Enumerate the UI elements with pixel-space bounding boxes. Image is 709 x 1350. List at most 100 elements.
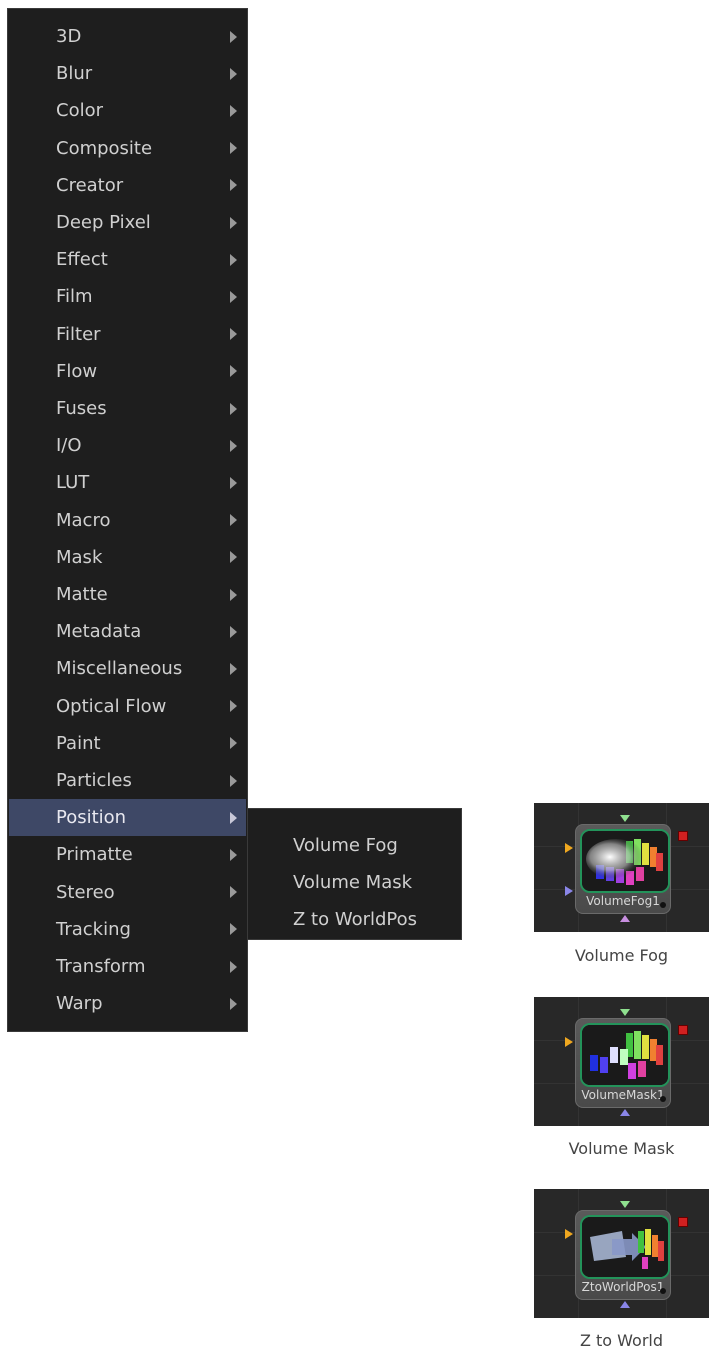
node-caption: Volume Fog xyxy=(574,946,669,965)
submenu-arrow-icon xyxy=(230,774,237,787)
menu-item-warp[interactable]: Warp xyxy=(9,985,246,1022)
menu-item-fuses[interactable]: Fuses xyxy=(9,390,246,427)
menu-item-label: Flow xyxy=(56,360,98,382)
image-input-icon[interactable] xyxy=(565,1037,573,1047)
submenu-item-label: Z to WorldPos xyxy=(293,909,418,930)
scene-input-icon[interactable] xyxy=(565,886,573,896)
volume-fog-node[interactable]: VolumeFog1 xyxy=(575,824,671,914)
submenu-arrow-icon xyxy=(230,402,237,415)
image-input-icon[interactable] xyxy=(565,1229,573,1239)
submenu-item-z-to-worldpos[interactable]: Z to WorldPos xyxy=(248,901,461,938)
menu-item-metadata[interactable]: Metadata xyxy=(9,613,246,650)
volume-mask-node[interactable]: VolumeMask1 xyxy=(575,1018,671,1108)
menu-item-blur[interactable]: Blur xyxy=(9,55,246,92)
menu-item-matte[interactable]: Matte xyxy=(9,576,246,613)
submenu-arrow-icon xyxy=(230,588,237,601)
menu-item-miscellaneous[interactable]: Miscellaneous xyxy=(9,650,246,687)
effect-mask-input-icon[interactable] xyxy=(620,1301,630,1308)
menu-item-flow[interactable]: Flow xyxy=(9,353,246,390)
menu-item-label: Optical Flow xyxy=(56,695,167,717)
node-status-dot xyxy=(660,902,666,908)
menu-item-label: LUT xyxy=(56,472,90,494)
submenu-arrow-icon xyxy=(230,923,237,936)
menu-item-transform[interactable]: Transform xyxy=(9,948,246,985)
menu-item-paint[interactable]: Paint xyxy=(9,725,246,762)
menu-item-label: Effect xyxy=(56,249,108,271)
submenu-arrow-icon xyxy=(230,104,237,117)
output-icon[interactable] xyxy=(678,831,688,841)
menu-item-composite[interactable]: Composite xyxy=(9,130,246,167)
menu-item-film[interactable]: Film xyxy=(9,278,246,315)
menu-item-deep-pixel[interactable]: Deep Pixel xyxy=(9,204,246,241)
menu-item-creator[interactable]: Creator xyxy=(9,167,246,204)
menu-item-label: Position xyxy=(56,807,127,829)
menu-item-macro[interactable]: Macro xyxy=(9,502,246,539)
mask-input-icon[interactable] xyxy=(620,815,630,822)
menu-item-label: Metadata xyxy=(56,621,142,643)
z-to-worldpos-node-preview: ZtoWorldPos1 xyxy=(534,1189,709,1318)
tool-category-menu: 3D Blur Color Composite Creator Deep Pixel Eff… xyxy=(7,8,248,1032)
submenu-item-volume-fog[interactable]: Volume Fog xyxy=(248,827,461,864)
submenu-arrow-icon xyxy=(230,811,237,824)
menu-item-label: Primatte xyxy=(56,844,133,866)
menu-item-label: Composite xyxy=(56,137,153,159)
effect-mask-input-icon[interactable] xyxy=(620,1109,630,1116)
menu-item-filter[interactable]: Filter xyxy=(9,316,246,353)
menu-item-label: Blur xyxy=(56,63,93,85)
menu-item-label: Matte xyxy=(56,584,108,605)
menu-item-label: Filter xyxy=(56,323,101,345)
submenu-arrow-icon xyxy=(230,328,237,341)
output-icon[interactable] xyxy=(678,1025,688,1035)
submenu-arrow-icon xyxy=(230,514,237,527)
menu-item-position[interactable]: Position xyxy=(9,799,246,837)
submenu-arrow-icon xyxy=(230,997,237,1010)
menu-item-i-o[interactable]: I/O xyxy=(9,427,246,464)
menu-item-label: Transform xyxy=(56,956,146,977)
submenu-arrow-icon xyxy=(230,700,237,713)
volume-fog-node-preview: VolumeFog1 xyxy=(534,803,709,932)
menu-item-color[interactable]: Color xyxy=(9,92,246,129)
background-input-icon[interactable] xyxy=(565,843,573,853)
z-to-worldpos-node[interactable]: ZtoWorldPos1 xyxy=(575,1210,671,1300)
menu-item-label: Deep Pixel xyxy=(56,212,151,233)
output-icon[interactable] xyxy=(678,1217,688,1227)
mask-input-icon[interactable] xyxy=(620,1201,630,1208)
menu-item-label: Mask xyxy=(56,546,103,568)
node-name: VolumeMask1 xyxy=(581,1088,665,1102)
menu-item-particles[interactable]: Particles xyxy=(9,762,246,799)
submenu-arrow-icon xyxy=(230,960,237,973)
menu-item-label: I/O xyxy=(56,435,82,457)
menu-item-optical-flow[interactable]: Optical Flow xyxy=(9,688,246,725)
menu-item-effect[interactable]: Effect xyxy=(9,241,246,278)
submenu-arrow-icon xyxy=(230,216,237,229)
volume-fog-node-icon xyxy=(580,829,670,893)
submenu-arrow-icon xyxy=(230,365,237,378)
effect-mask-input-icon[interactable] xyxy=(620,915,630,922)
node-name: VolumeFog1 xyxy=(586,894,660,908)
menu-item-label: Film xyxy=(56,286,93,308)
menu-item-label: Tracking xyxy=(56,918,131,940)
z-to-worldpos-node-icon xyxy=(580,1215,670,1279)
submenu-arrow-icon xyxy=(230,737,237,750)
submenu-arrow-icon xyxy=(230,886,237,899)
submenu-arrow-icon xyxy=(230,30,237,43)
volume-mask-node-icon xyxy=(580,1023,670,1087)
menu-item-lut[interactable]: LUT xyxy=(9,464,246,501)
menu-item-tracking[interactable]: Tracking xyxy=(9,911,246,948)
node-caption: Z to World xyxy=(579,1331,664,1350)
mask-input-icon[interactable] xyxy=(620,1009,630,1016)
menu-item-primatte[interactable]: Primatte xyxy=(9,836,246,873)
submenu-arrow-icon xyxy=(230,142,237,155)
submenu-item-volume-mask[interactable]: Volume Mask xyxy=(248,864,461,901)
submenu-arrow-icon xyxy=(230,625,237,638)
menu-item-label: Miscellaneous xyxy=(56,658,183,680)
position-submenu: Volume Fog Volume Mask Z to WorldPos xyxy=(247,808,462,940)
submenu-item-label: Volume Fog xyxy=(293,835,398,856)
submenu-arrow-icon xyxy=(230,848,237,861)
menu-item-stereo[interactable]: Stereo xyxy=(9,874,246,911)
menu-item-3d[interactable]: 3D xyxy=(9,18,246,55)
menu-item-label: Macro xyxy=(56,509,111,531)
volume-mask-node-preview: VolumeMask1 xyxy=(534,997,709,1126)
menu-item-label: Creator xyxy=(56,174,124,196)
menu-item-mask[interactable]: Mask xyxy=(9,539,246,576)
